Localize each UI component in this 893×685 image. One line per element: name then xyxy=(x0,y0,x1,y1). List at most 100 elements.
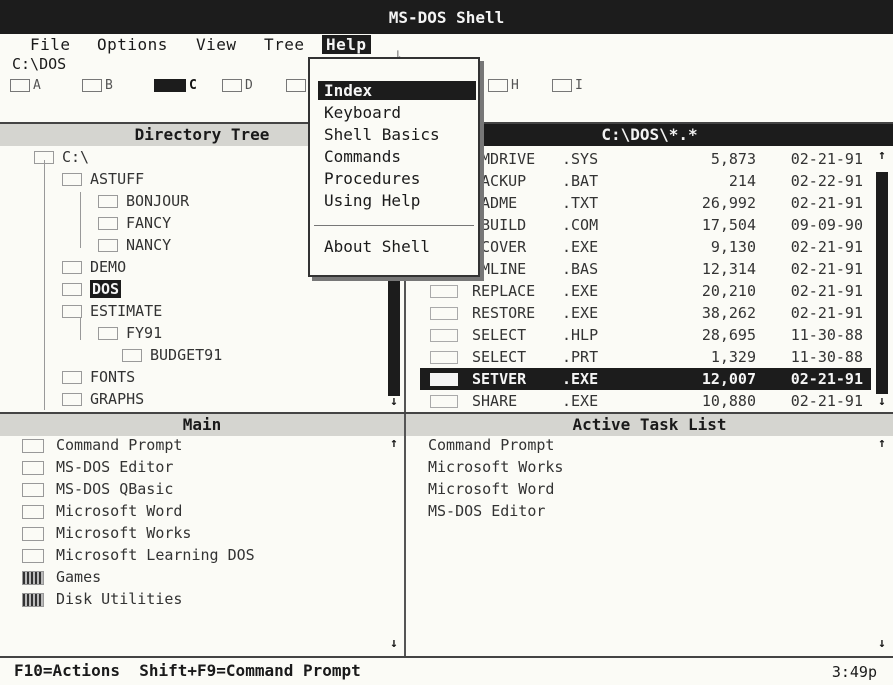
scroll-down-icon[interactable]: ↓ xyxy=(874,636,890,651)
program-group[interactable]: Disk Utilities xyxy=(22,590,182,608)
tree-item-fonts[interactable]: FONTS xyxy=(62,368,135,386)
tree-item-demo[interactable]: DEMO xyxy=(62,258,126,276)
file-size: 20,210 xyxy=(701,282,756,300)
task-item[interactable]: Microsoft Works xyxy=(428,458,563,476)
program-item[interactable]: Microsoft Works xyxy=(22,524,191,542)
task-list-header[interactable]: Active Task List xyxy=(406,414,893,436)
file-row[interactable]: REPLACE .EXE 20,210 02-21-91 xyxy=(420,280,871,302)
help-menu-using-help[interactable]: Using Help xyxy=(324,191,420,210)
program-item[interactable]: Microsoft Learning DOS xyxy=(22,546,255,564)
tree-item-estimate[interactable]: ESTIMATE xyxy=(62,302,162,320)
scroll-down-icon[interactable]: ↓ xyxy=(386,394,402,409)
file-ext: .TXT xyxy=(562,194,599,212)
file-date: 02-21-91 xyxy=(790,238,863,256)
file-size: 12,314 xyxy=(701,260,756,278)
folder-icon xyxy=(98,327,118,340)
file-row[interactable]: EBUILD .COM 17,504 09-09-90 xyxy=(420,214,871,236)
help-menu-commands[interactable]: Commands xyxy=(324,147,401,166)
file-name: EMLINE xyxy=(472,260,527,278)
window-title: MS-DOS Shell xyxy=(388,8,505,27)
drive-a[interactable]: A xyxy=(10,78,41,96)
scroll-down-icon[interactable]: ↓ xyxy=(386,636,402,651)
folder-icon xyxy=(62,393,82,406)
menu-view[interactable]: View xyxy=(196,35,237,54)
file-ext: .SYS xyxy=(562,150,599,168)
file-name: ECOVER xyxy=(472,238,527,256)
main-panel-header[interactable]: Main xyxy=(0,414,404,436)
task-item[interactable]: Command Prompt xyxy=(428,436,554,454)
file-row[interactable]: AMDRIVE .SYS 5,873 02-21-91 xyxy=(420,148,871,170)
task-item[interactable]: Microsoft Word xyxy=(428,480,554,498)
tree-item-bonjour[interactable]: BONJOUR xyxy=(98,192,189,210)
file-size: 28,695 xyxy=(701,326,756,344)
menu-file[interactable]: File xyxy=(30,35,71,54)
program-icon xyxy=(22,482,44,497)
drive-i[interactable]: I xyxy=(552,78,583,96)
scroll-down-icon[interactable]: ↓ xyxy=(874,394,890,409)
tree-item-dos[interactable]: DOS xyxy=(62,280,122,298)
drive-c[interactable]: C xyxy=(154,78,197,96)
file-row[interactable]: SELECT .PRT 1,329 11-30-88 xyxy=(420,346,871,368)
task-scrollbar[interactable]: ↑ ↓ xyxy=(874,436,890,654)
scroll-up-icon[interactable]: ↑ xyxy=(874,148,890,163)
scroll-up-icon[interactable]: ↑ xyxy=(386,436,402,451)
tree-item-budget91[interactable]: BUDGET91 xyxy=(122,346,222,364)
file-list-scrollbar[interactable]: ↑ ↓ xyxy=(874,148,890,412)
tree-item-nancy[interactable]: NANCY xyxy=(98,236,171,254)
file-row[interactable]: ECOVER .EXE 9,130 02-21-91 xyxy=(420,236,871,258)
file-size: 26,992 xyxy=(701,194,756,212)
folder-icon xyxy=(62,173,82,186)
file-size: 38,262 xyxy=(701,304,756,322)
scroll-up-icon[interactable]: ↑ xyxy=(874,436,890,451)
file-row[interactable]: RESTORE .EXE 38,262 02-21-91 xyxy=(420,302,871,324)
tree-item-astuff[interactable]: ASTUFF xyxy=(62,170,144,188)
folder-icon xyxy=(98,217,118,230)
help-menu-about-shell[interactable]: About Shell xyxy=(324,237,430,256)
program-item[interactable]: Microsoft Word xyxy=(22,502,182,520)
file-row[interactable]: SHARE .EXE 10,880 02-21-91 xyxy=(420,390,871,412)
program-item[interactable]: Command Prompt xyxy=(22,436,182,454)
file-row[interactable]: EMLINE .BAS 12,314 02-21-91 xyxy=(420,258,871,280)
file-icon xyxy=(430,307,458,320)
program-group[interactable]: Games xyxy=(22,568,101,586)
drive-b[interactable]: B xyxy=(82,78,113,96)
scrollbar-thumb[interactable] xyxy=(388,278,400,396)
tree-item-graphs[interactable]: GRAPHS xyxy=(62,390,144,408)
file-icon xyxy=(430,395,458,408)
task-item[interactable]: MS-DOS Editor xyxy=(428,502,545,520)
tree-item-root[interactable]: C:\ xyxy=(34,148,89,166)
help-menu-index[interactable]: Index xyxy=(318,81,476,100)
program-item[interactable]: MS-DOS Editor xyxy=(22,458,173,476)
menu-help[interactable]: Help xyxy=(322,35,371,54)
divider xyxy=(404,414,406,656)
file-name: AMDRIVE xyxy=(472,150,536,168)
file-row[interactable]: BACKUP .BAT 214 02-22-91 xyxy=(420,170,871,192)
file-size: 17,504 xyxy=(701,216,756,234)
help-menu-shell-basics[interactable]: Shell Basics xyxy=(324,125,440,144)
file-row[interactable]: EADME .TXT 26,992 02-21-91 xyxy=(420,192,871,214)
menu-tree[interactable]: Tree xyxy=(264,35,305,54)
main-scrollbar[interactable]: ↑ ↓ xyxy=(386,436,402,654)
file-ext: .COM xyxy=(562,216,599,234)
file-date: 02-21-91 xyxy=(790,304,863,322)
file-name: BACKUP xyxy=(472,172,527,190)
status-shortcuts[interactable]: F10=Actions Shift+F9=Command Prompt xyxy=(14,661,361,680)
menu-bar: File Options View Tree Help xyxy=(0,34,893,56)
file-ext: .BAT xyxy=(562,172,599,190)
file-name: SELECT xyxy=(472,326,527,344)
menu-options[interactable]: Options xyxy=(97,35,168,54)
folder-icon xyxy=(98,239,118,252)
file-row[interactable]: SELECT .HLP 28,695 11-30-88 xyxy=(420,324,871,346)
help-menu-procedures[interactable]: Procedures xyxy=(324,169,420,188)
program-item[interactable]: MS-DOS QBasic xyxy=(22,480,173,498)
tree-item-fy91[interactable]: FY91 xyxy=(98,324,162,342)
file-ext: .PRT xyxy=(562,348,599,366)
help-menu-keyboard[interactable]: Keyboard xyxy=(324,103,401,122)
drive-h[interactable]: H xyxy=(488,78,519,96)
scrollbar-thumb[interactable] xyxy=(876,172,888,394)
file-name: SETVER xyxy=(472,370,527,388)
network-drive-icon xyxy=(488,79,508,92)
drive-d[interactable]: D xyxy=(222,78,253,96)
file-row[interactable]: SETVER .EXE 12,007 02-21-91 xyxy=(420,368,871,390)
tree-item-fancy[interactable]: FANCY xyxy=(98,214,171,232)
